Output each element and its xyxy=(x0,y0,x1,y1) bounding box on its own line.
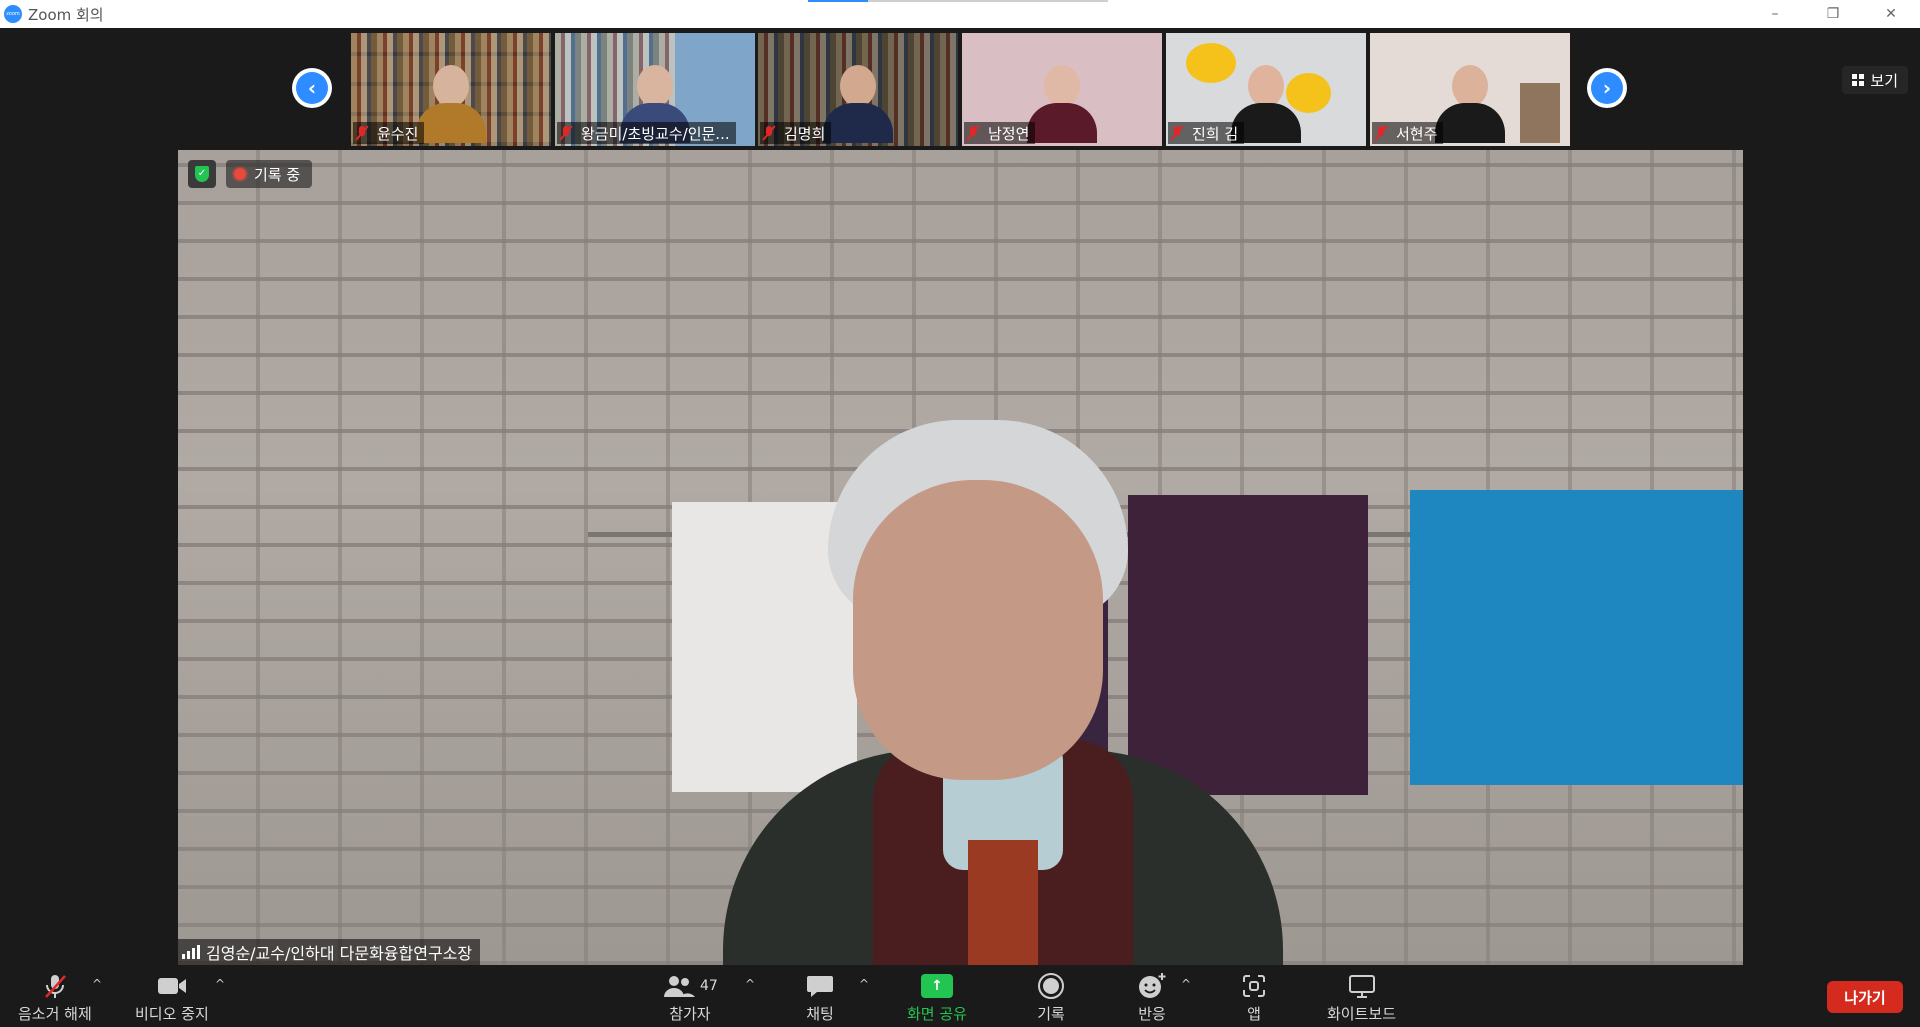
participant-name: 서현주 xyxy=(1372,122,1444,144)
participant-name: 김명희 xyxy=(760,122,832,144)
chat-button[interactable]: 채팅 xyxy=(806,971,834,1024)
mic-muted-icon xyxy=(1374,125,1388,141)
filmstrip-prev-button[interactable]: ‹ xyxy=(292,68,332,108)
mic-muted-icon xyxy=(762,125,776,141)
grid-view-icon xyxy=(1852,74,1865,86)
video-options-caret[interactable]: ^ xyxy=(215,977,225,991)
zoom-logo-icon: zoom xyxy=(4,5,22,23)
participant-name: 남정연 xyxy=(964,122,1036,144)
apps-button[interactable]: 앱 xyxy=(1241,971,1267,1024)
stop-video-button[interactable]: 비디오 중지 xyxy=(135,971,209,1024)
speaker-name: 김영순/교수/인하대 다문화융합연구소장 xyxy=(206,944,473,963)
window-title: Zoom 회의 xyxy=(28,5,104,24)
participant-name: 왕금미/초빙교수/인문... xyxy=(557,122,736,144)
chat-bubble-icon xyxy=(806,971,834,1001)
mic-muted-icon xyxy=(41,971,69,1001)
leave-meeting-button[interactable]: 나가기 xyxy=(1827,981,1903,1013)
participant-name-text: 윤수진 xyxy=(377,124,419,143)
speaker-name-tag: 김영순/교수/인하대 다문화융합연구소장 xyxy=(178,939,481,965)
participant-name-text: 김명희 xyxy=(784,124,826,143)
audio-options-caret[interactable]: ^ xyxy=(92,977,102,991)
participant-name-text: 왕금미/초빙교수/인문... xyxy=(581,124,730,143)
loading-progress xyxy=(808,0,1108,2)
unmute-label: 음소거 해제 xyxy=(18,1005,92,1023)
chevron-left-icon: ‹ xyxy=(296,72,328,104)
wall-panel-blue xyxy=(1410,490,1743,785)
mic-muted-icon xyxy=(1170,125,1184,141)
view-button-label: 보기 xyxy=(1870,71,1898,90)
participants-count: 47 xyxy=(700,978,718,994)
participants-options-caret[interactable]: ^ xyxy=(745,977,755,991)
security-shield-icon[interactable]: ✓ xyxy=(188,160,216,188)
share-screen-label: 화면 공유 xyxy=(907,1005,967,1023)
participant-name-text: 남정연 xyxy=(988,124,1030,143)
minimize-button[interactable]: – xyxy=(1746,0,1804,28)
chat-options-caret[interactable]: ^ xyxy=(859,977,869,991)
recording-indicator: ✓ 기록 중 xyxy=(188,160,313,188)
participant-name-text: 서현주 xyxy=(1396,124,1438,143)
reactions-options-caret[interactable]: ^ xyxy=(1181,977,1191,991)
record-button[interactable]: 기록 xyxy=(1037,971,1065,1024)
participant-tile[interactable]: 진희 김 xyxy=(1166,33,1366,146)
reactions-button[interactable]: 반응 xyxy=(1137,971,1167,1024)
participants-icon: 47 xyxy=(662,971,718,1001)
participant-tile[interactable]: 왕금미/초빙교수/인문... xyxy=(555,33,755,146)
chat-label: 채팅 xyxy=(806,1005,834,1023)
restore-button[interactable]: ❐ xyxy=(1804,0,1862,28)
mic-muted-icon xyxy=(559,125,573,141)
participant-tile[interactable]: 서현주 xyxy=(1370,33,1570,146)
participant-filmstrip: ‹ 윤수진 왕금미/초빙교수/인문... 김명희 남정연 진희 김 서현주 › … xyxy=(0,28,1920,150)
title-bar: zoom Zoom 회의 – ❐ ✕ xyxy=(0,0,1920,28)
participant-name-text: 진희 김 xyxy=(1192,124,1239,143)
meeting-toolbar: 음소거 해제 ^ 비디오 중지 ^ 47 참가자 ^ 채팅 ^ ↑ 화면 공유 … xyxy=(0,965,1920,1027)
whiteboard-button[interactable]: 화이트보드 xyxy=(1327,971,1396,1024)
share-screen-button[interactable]: ↑ 화면 공유 xyxy=(907,971,967,1024)
share-screen-icon: ↑ xyxy=(920,971,953,1001)
participant-name: 진희 김 xyxy=(1168,122,1245,144)
recording-label: 기록 중 xyxy=(254,165,301,184)
participant-name: 윤수진 xyxy=(353,122,425,144)
apps-label: 앱 xyxy=(1247,1005,1261,1023)
participant-tile[interactable]: 남정연 xyxy=(962,33,1162,146)
whiteboard-icon xyxy=(1347,971,1377,1001)
reactions-label: 반응 xyxy=(1138,1005,1166,1023)
close-button[interactable]: ✕ xyxy=(1862,0,1920,28)
participants-button[interactable]: 47 참가자 xyxy=(662,971,718,1024)
apps-icon xyxy=(1241,971,1267,1001)
signal-strength-icon xyxy=(182,945,200,959)
record-icon xyxy=(1037,971,1065,1001)
active-speaker-video: ✓ 기록 중 김영순/교수/인하대 다문화융합연구소장 xyxy=(178,150,1743,965)
whiteboard-label: 화이트보드 xyxy=(1327,1005,1397,1023)
filmstrip-next-button[interactable]: › xyxy=(1587,68,1627,108)
recording-status[interactable]: 기록 중 xyxy=(226,160,313,188)
smiley-plus-icon xyxy=(1137,971,1167,1001)
logo-text: zoom xyxy=(6,11,20,17)
view-button[interactable]: 보기 xyxy=(1842,66,1908,94)
unmute-button[interactable]: 음소거 해제 xyxy=(18,971,92,1024)
stop-video-label: 비디오 중지 xyxy=(135,1005,209,1023)
chevron-right-icon: › xyxy=(1591,72,1623,104)
record-dot-icon xyxy=(234,168,246,180)
mic-muted-icon xyxy=(355,125,369,141)
participant-tile[interactable]: 김명희 xyxy=(758,33,958,146)
mic-muted-icon xyxy=(966,125,980,141)
video-camera-icon xyxy=(156,971,188,1001)
record-label: 기록 xyxy=(1037,1005,1065,1023)
speaker-figure xyxy=(723,420,1283,965)
participant-tile[interactable]: 윤수진 xyxy=(351,33,551,146)
participants-label: 참가자 xyxy=(669,1005,711,1023)
